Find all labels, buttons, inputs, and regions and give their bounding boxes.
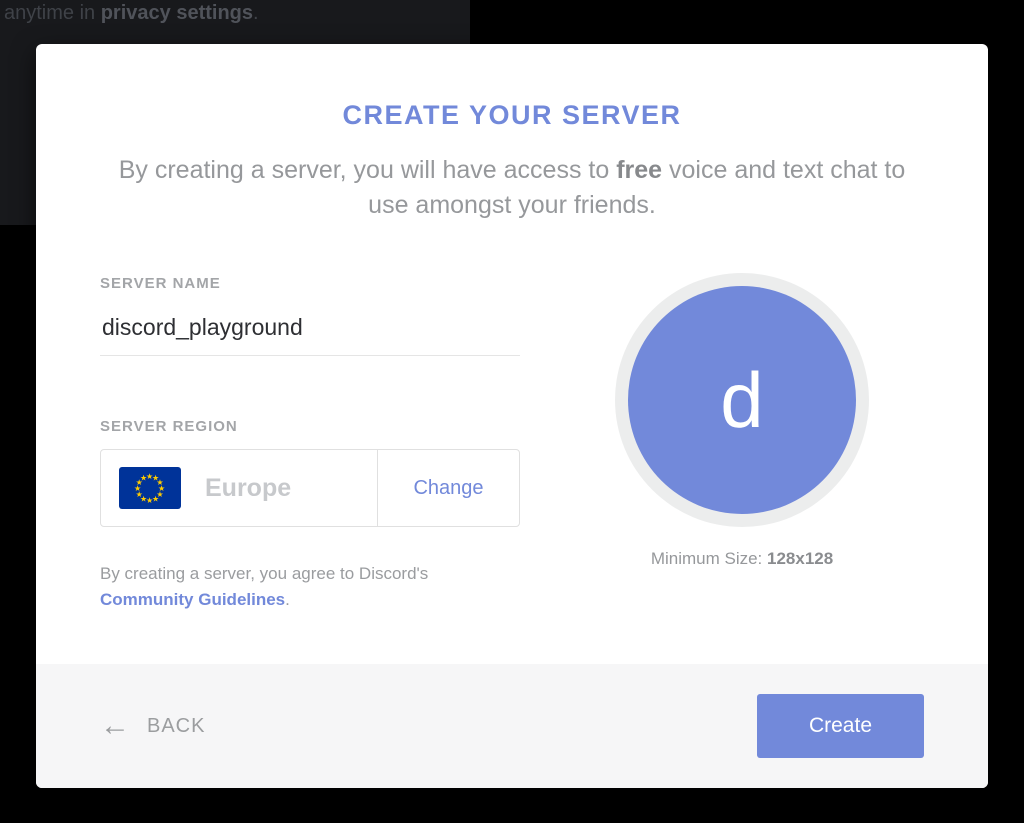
avatar: d	[628, 286, 856, 514]
create-server-modal: CREATE YOUR SERVER By creating a server,…	[36, 44, 988, 788]
left-column: SERVER NAME SERVER REGION ★★★★★★★★★★★★ E…	[100, 275, 560, 612]
terms-pre: By creating a server, you agree to Disco…	[100, 564, 428, 583]
arrow-left-icon: ←	[100, 711, 131, 741]
min-size-hint: Minimum Size: 128x128	[651, 549, 833, 569]
terms-post: .	[285, 590, 290, 609]
server-name-label: SERVER NAME	[100, 275, 560, 292]
terms-text: By creating a server, you agree to Disco…	[100, 561, 560, 612]
community-guidelines-link[interactable]: Community Guidelines	[100, 590, 285, 609]
server-region-label: SERVER REGION	[100, 418, 560, 435]
min-size-value: 128x128	[767, 549, 833, 568]
modal-content: SERVER NAME SERVER REGION ★★★★★★★★★★★★ E…	[100, 275, 924, 612]
right-column: d Minimum Size: 128x128	[560, 275, 924, 612]
eu-flag-icon: ★★★★★★★★★★★★	[119, 467, 181, 509]
backdrop-text-pre: anytime in	[4, 2, 101, 24]
modal-body: CREATE YOUR SERVER By creating a server,…	[36, 44, 988, 664]
modal-footer: ← BACK Create	[36, 664, 988, 788]
min-size-pre: Minimum Size:	[651, 549, 767, 568]
back-label: BACK	[147, 715, 205, 738]
change-region-button[interactable]: Change	[377, 450, 519, 526]
privacy-settings-link[interactable]: privacy settings	[101, 2, 253, 24]
subtitle-strong: free	[616, 156, 662, 184]
modal-subtitle: By creating a server, you will have acce…	[100, 153, 924, 223]
server-icon-upload[interactable]: d	[615, 273, 869, 527]
backdrop-text-post: .	[253, 2, 259, 24]
avatar-letter: d	[720, 355, 763, 446]
server-region-section: SERVER REGION ★★★★★★★★★★★★ Europe Change	[100, 418, 560, 527]
back-button[interactable]: ← BACK	[100, 711, 205, 741]
region-name: Europe	[205, 474, 291, 503]
create-button[interactable]: Create	[757, 694, 924, 758]
server-region-box: ★★★★★★★★★★★★ Europe Change	[100, 449, 520, 527]
region-current: ★★★★★★★★★★★★ Europe	[101, 450, 377, 526]
server-name-input[interactable]	[100, 292, 520, 356]
subtitle-pre: By creating a server, you will have acce…	[119, 156, 616, 184]
modal-title: CREATE YOUR SERVER	[100, 100, 924, 131]
